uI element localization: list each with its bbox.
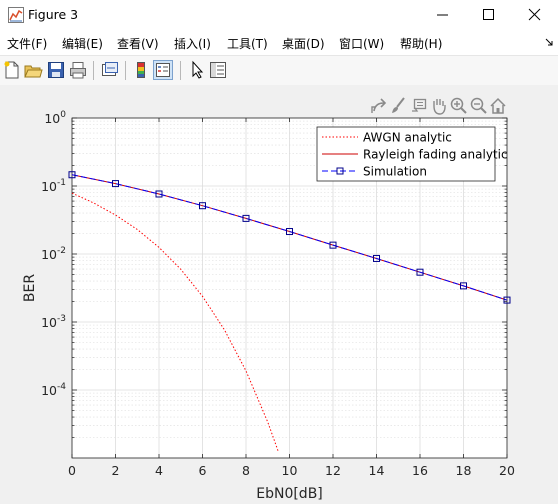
x-tick-label: 2	[112, 463, 120, 478]
x-tick-label: 16	[412, 463, 428, 478]
x-tick-label: 4	[155, 463, 163, 478]
x-tick-label: 0	[68, 463, 76, 478]
y-axis-label: BER	[22, 274, 38, 302]
y-tick-label: 10-3	[41, 314, 66, 330]
y-tick-label: 10-2	[41, 246, 66, 262]
x-tick-label: 14	[369, 463, 385, 478]
legend-label: AWGN analytic	[363, 131, 452, 145]
x-tick-label: 18	[456, 463, 472, 478]
x-tick-label: 6	[199, 463, 207, 478]
x-axis-label: EbN0[dB]	[256, 486, 323, 502]
x-tick-label: 8	[242, 463, 250, 478]
x-tick-label: 12	[325, 463, 341, 478]
ber-chart: 0 2 4 6 8 10 12 14 16 18 20 100 10-1 10-2 10-3 10-4 EbN0…	[22, 110, 515, 502]
y-tick-label: 10-1	[41, 178, 66, 194]
x-tick-label: 20	[499, 463, 515, 478]
x-tick-label: 10	[282, 463, 298, 478]
y-tick-label: 100	[44, 110, 66, 126]
y-tick-label: 10-4	[41, 382, 66, 398]
legend-label: Simulation	[363, 165, 427, 179]
legend-label: Rayleigh fading analytic	[363, 148, 508, 162]
